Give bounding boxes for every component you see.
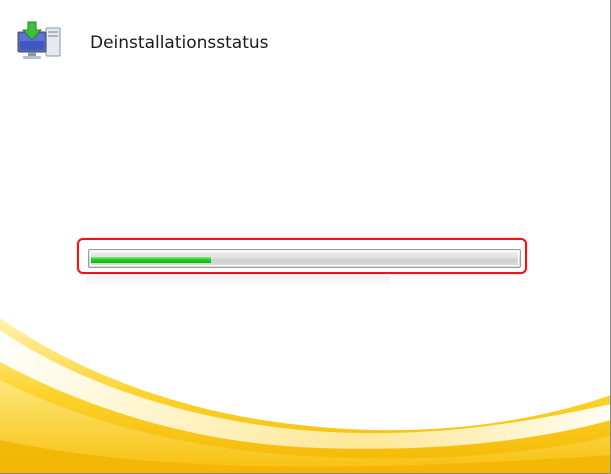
uninstall-status-window: Deinstallationsstatus (0, 0, 611, 474)
page-title: Deinstallationsstatus (90, 33, 269, 53)
header (16, 20, 64, 64)
background-swoosh (0, 318, 610, 473)
progress-shadow (86, 276, 390, 286)
progress-bar-fill (91, 257, 211, 263)
uninstall-progress-bar (88, 249, 521, 268)
computer-install-icon (16, 20, 64, 64)
